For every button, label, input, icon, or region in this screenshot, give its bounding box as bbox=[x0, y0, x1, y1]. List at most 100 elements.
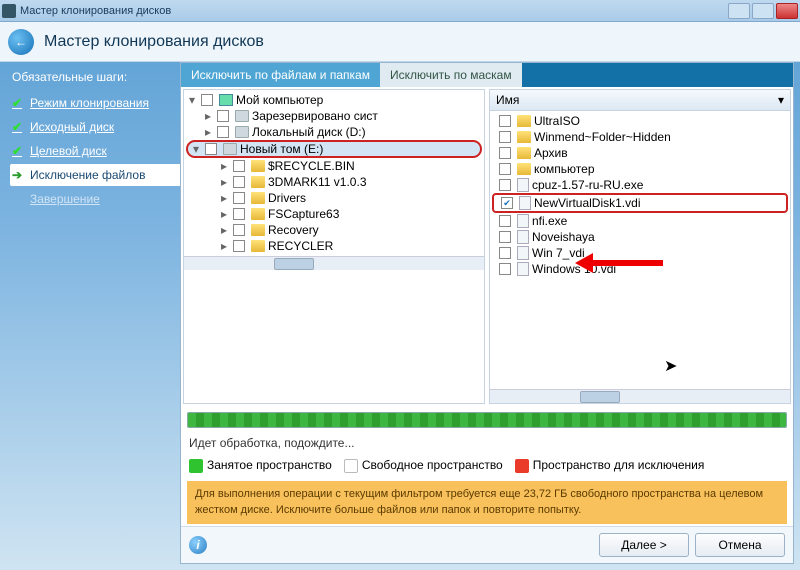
checkbox[interactable] bbox=[233, 240, 245, 252]
expander-icon[interactable]: ▸ bbox=[218, 191, 230, 205]
filter-tabs: Исключить по файлам и папкам Исключить п… bbox=[181, 63, 793, 87]
folder-icon bbox=[251, 240, 265, 252]
tab-files-folders[interactable]: Исключить по файлам и папкам bbox=[181, 63, 380, 87]
list-row[interactable]: Noveishaya bbox=[492, 229, 788, 245]
checkbox[interactable] bbox=[217, 126, 229, 138]
checkbox[interactable] bbox=[499, 247, 511, 259]
tree-row[interactable]: ▸ $RECYCLE.BIN bbox=[186, 158, 482, 174]
list-row[interactable]: Win 7_vdi bbox=[492, 245, 788, 261]
sidebar-title: Обязательные шаги: bbox=[10, 70, 180, 84]
expander-icon[interactable]: ▸ bbox=[218, 159, 230, 173]
expander-icon[interactable]: ▾ bbox=[186, 93, 198, 107]
tree-row[interactable]: ▸ Зарезервировано сист bbox=[186, 108, 482, 124]
maximize-button[interactable] bbox=[752, 3, 774, 19]
list-row[interactable]: cpuz-1.57-ru-RU.exe bbox=[492, 177, 788, 193]
list-row[interactable]: nfi.exe bbox=[492, 213, 788, 229]
tree-row[interactable]: ▸ Локальный диск (D:) bbox=[186, 124, 482, 140]
progress-bar bbox=[187, 412, 787, 428]
checkbox[interactable] bbox=[499, 115, 511, 127]
list-item-label: UltraISO bbox=[534, 114, 580, 128]
expander-icon[interactable]: ▸ bbox=[218, 175, 230, 189]
tree-row[interactable]: ▾ Новый том (E:) bbox=[186, 140, 482, 158]
list-row[interactable]: Winmend~Folder~Hidden bbox=[492, 129, 788, 145]
list-row[interactable]: компьютер bbox=[492, 161, 788, 177]
checkbox[interactable] bbox=[233, 192, 245, 204]
list-scrollbar-h[interactable] bbox=[490, 389, 790, 403]
list-row[interactable]: Windows 10.vdi bbox=[492, 261, 788, 277]
checkbox[interactable] bbox=[499, 215, 511, 227]
tree-row[interactable]: ▸FSCapture63 bbox=[186, 206, 482, 222]
checkbox[interactable] bbox=[499, 131, 511, 143]
step-source-disk[interactable]: ✔Исходный диск bbox=[10, 116, 180, 138]
window-title: Мастер клонирования дисков bbox=[20, 5, 728, 17]
checkbox[interactable] bbox=[201, 94, 213, 106]
scrollbar-thumb[interactable] bbox=[580, 391, 620, 403]
file-list-panel: Имя ▾ UltraISO Winmend~Folder~HiddenАрхив… bbox=[489, 89, 791, 404]
folder-icon bbox=[517, 115, 531, 127]
list-header[interactable]: Имя ▾ bbox=[490, 90, 790, 111]
status-text: Идет обработка, подождите... bbox=[181, 434, 793, 452]
checkbox[interactable] bbox=[499, 179, 511, 191]
tab-masks[interactable]: Исключить по маскам bbox=[380, 63, 522, 87]
list-row[interactable]: UltraISO bbox=[492, 113, 788, 129]
list-row[interactable]: Архив bbox=[492, 145, 788, 161]
tree-row[interactable]: ▸Recovery bbox=[186, 222, 482, 238]
tree-item-label: Зарезервировано сист bbox=[252, 109, 378, 123]
step-finish[interactable]: Завершение bbox=[10, 188, 180, 210]
app-icon bbox=[2, 4, 16, 18]
folder-icon bbox=[517, 147, 531, 159]
expander-icon[interactable]: ▾ bbox=[190, 142, 202, 156]
checkbox[interactable] bbox=[233, 176, 245, 188]
page-title: Мастер клонирования дисков bbox=[44, 33, 264, 51]
close-button[interactable] bbox=[776, 3, 798, 19]
expander-icon[interactable]: ▸ bbox=[218, 239, 230, 253]
tree-item-label: Drivers bbox=[268, 191, 306, 205]
tree-row[interactable]: ▸3DMARK11 v1.0.3 bbox=[186, 174, 482, 190]
step-exclude-files[interactable]: ➔Исключение файлов bbox=[10, 164, 180, 186]
minimize-button[interactable] bbox=[728, 3, 750, 19]
folder-icon bbox=[251, 208, 265, 220]
tree-row[interactable]: ▸RECYCLER bbox=[186, 238, 482, 254]
step-label: Завершение bbox=[30, 192, 100, 206]
cancel-button[interactable]: Отмена bbox=[695, 533, 785, 557]
checkbox[interactable]: ✔ bbox=[501, 197, 513, 209]
tree-item-label: $RECYCLE.BIN bbox=[268, 159, 355, 173]
expander-icon[interactable]: ▸ bbox=[202, 125, 214, 139]
step-clone-mode[interactable]: ✔ Режим клонирования bbox=[10, 92, 180, 114]
file-icon bbox=[517, 230, 529, 244]
tree-scrollbar-h[interactable] bbox=[184, 256, 484, 270]
tree-row[interactable]: ▾Мой компьютер bbox=[186, 92, 482, 108]
checkbox[interactable] bbox=[499, 231, 511, 243]
col-name[interactable]: Имя bbox=[496, 93, 778, 107]
expander-icon[interactable]: ▸ bbox=[202, 109, 214, 123]
tree-item-label: Новый том (E:) bbox=[240, 142, 323, 156]
checkbox[interactable] bbox=[499, 147, 511, 159]
folder-icon bbox=[251, 224, 265, 236]
checkbox[interactable] bbox=[205, 143, 217, 155]
legend-excl-label: Пространство для исключения bbox=[533, 458, 705, 472]
checkbox[interactable] bbox=[217, 110, 229, 122]
file-icon bbox=[517, 246, 529, 260]
next-button[interactable]: Далее > bbox=[599, 533, 689, 557]
check-icon: ✔ bbox=[12, 96, 26, 110]
list-row[interactable]: ✔NewVirtualDisk1.vdi bbox=[492, 193, 788, 213]
info-icon[interactable]: i bbox=[189, 536, 207, 554]
checkbox[interactable] bbox=[233, 208, 245, 220]
expander-icon[interactable]: ▸ bbox=[218, 207, 230, 221]
back-button[interactable]: ← bbox=[8, 29, 34, 55]
list-item-label: Winmend~Folder~Hidden bbox=[534, 130, 671, 144]
checkbox[interactable] bbox=[233, 160, 245, 172]
tree-item-label: Локальный диск (D:) bbox=[252, 125, 366, 139]
step-label: Режим клонирования bbox=[30, 96, 149, 110]
scrollbar-thumb[interactable] bbox=[274, 258, 314, 270]
main-panel: Исключить по файлам и папкам Исключить п… bbox=[180, 62, 794, 564]
checkbox[interactable] bbox=[499, 263, 511, 275]
checkbox[interactable] bbox=[499, 163, 511, 175]
tree-row[interactable]: ▸ Drivers bbox=[186, 190, 482, 206]
titlebar[interactable]: Мастер клонирования дисков bbox=[0, 0, 800, 22]
checkbox[interactable] bbox=[233, 224, 245, 236]
expander-icon[interactable]: ▸ bbox=[218, 223, 230, 237]
file-icon bbox=[517, 262, 529, 276]
step-target-disk[interactable]: ✔Целевой диск bbox=[10, 140, 180, 162]
sort-icon[interactable]: ▾ bbox=[778, 93, 784, 107]
